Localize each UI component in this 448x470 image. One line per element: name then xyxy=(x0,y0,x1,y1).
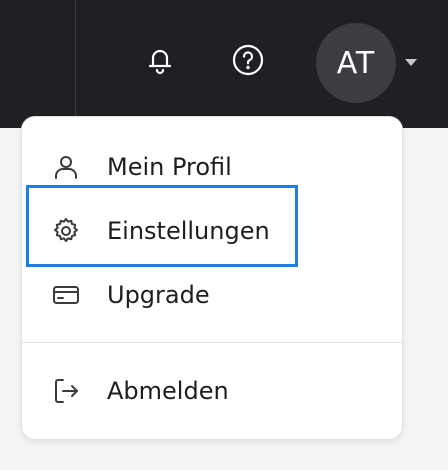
menu-item-label: Mein Profil xyxy=(107,153,232,181)
menu-divider xyxy=(22,342,402,343)
user-icon xyxy=(50,151,82,183)
logout-icon xyxy=(50,375,82,407)
help-circle-icon xyxy=(231,43,265,81)
focus-highlight xyxy=(26,185,298,267)
menu-item-logout[interactable]: Abmelden xyxy=(22,359,402,423)
caret-down-icon[interactable] xyxy=(405,59,417,66)
avatar[interactable]: AT xyxy=(316,23,396,103)
topbar-divider xyxy=(75,0,76,128)
avatar-initials: AT xyxy=(336,45,376,81)
notifications-button[interactable] xyxy=(140,42,180,82)
top-bar: AT xyxy=(0,0,448,128)
account-dropdown-menu: Mein Profil Einstellungen Upgrade Abmeld… xyxy=(21,116,403,440)
menu-item-upgrade[interactable]: Upgrade xyxy=(22,263,402,327)
credit-card-icon xyxy=(50,279,82,311)
bell-icon xyxy=(144,44,176,80)
menu-item-label: Abmelden xyxy=(107,377,229,405)
menu-item-label: Upgrade xyxy=(107,281,210,309)
help-button[interactable] xyxy=(228,42,268,82)
